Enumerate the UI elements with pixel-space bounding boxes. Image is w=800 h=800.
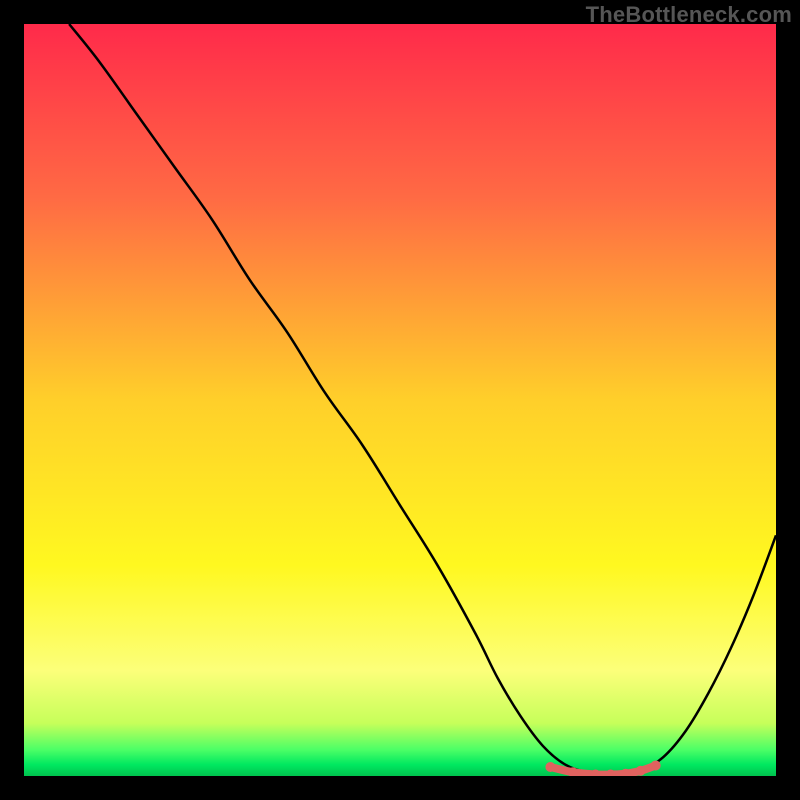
valley-point: [545, 762, 555, 772]
plot-area: [24, 24, 776, 776]
watermark-text: TheBottleneck.com: [586, 2, 792, 28]
valley-point: [651, 760, 661, 770]
bottleneck-curve-chart: [24, 24, 776, 776]
valley-point: [636, 766, 646, 776]
gradient-background: [24, 24, 776, 776]
chart-container: TheBottleneck.com: [0, 0, 800, 800]
